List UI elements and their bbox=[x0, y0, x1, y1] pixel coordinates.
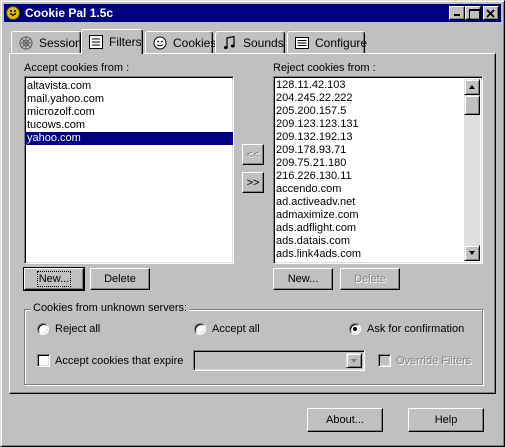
reject-delete-button[interactable]: Delete bbox=[340, 268, 400, 290]
expire-combo[interactable] bbox=[193, 350, 365, 371]
help-label: Help bbox=[434, 414, 458, 426]
tab-cookies-label: Cookies bbox=[173, 35, 217, 50]
reject-all-label: Reject all bbox=[55, 323, 101, 335]
chevron-down-icon bbox=[351, 359, 357, 363]
list-item[interactable]: 204.245.22.222 bbox=[274, 92, 464, 105]
checkbox-box[interactable] bbox=[37, 354, 50, 367]
tab-filters-label: Filters bbox=[109, 35, 142, 49]
list-item[interactable]: 209.75.21.180 bbox=[274, 157, 464, 170]
checkbox-box[interactable] bbox=[378, 354, 391, 367]
unknown-servers-group bbox=[24, 309, 483, 385]
list-item[interactable]: admaximize.com bbox=[274, 209, 464, 222]
arrow-up-icon bbox=[469, 85, 475, 89]
list-item[interactable]: ads.adflight.com bbox=[274, 222, 464, 235]
accept-expire-checkbox[interactable]: Accept cookies that expire bbox=[37, 354, 183, 367]
move-to-accept-label: << bbox=[246, 148, 260, 161]
list-item[interactable]: ad.activeadv.net bbox=[274, 196, 464, 209]
accept-delete-label: Delete bbox=[104, 273, 136, 285]
accept-all-label: Accept all bbox=[212, 323, 260, 335]
expire-combo-dropdown-button[interactable] bbox=[346, 353, 362, 368]
scroll-up-button[interactable] bbox=[464, 79, 480, 95]
list-item[interactable]: ads.link4ads.com bbox=[274, 248, 464, 261]
accept-delete-button[interactable]: Delete bbox=[90, 268, 150, 290]
list-item[interactable]: 216.226.130.11 bbox=[274, 170, 464, 183]
accept-new-label: New... bbox=[36, 271, 72, 287]
reject-list-label: Reject cookies from : bbox=[273, 62, 376, 74]
radio-circle[interactable] bbox=[194, 323, 206, 335]
list-item[interactable]: mail.yahoo.com bbox=[25, 93, 233, 106]
list-item[interactable]: 128.11.42.103 bbox=[274, 79, 464, 92]
ask-confirmation-label: Ask for confirmation bbox=[367, 323, 465, 335]
filters-panel: Accept cookies from : altavista.com mail… bbox=[9, 53, 496, 394]
minimize-button[interactable] bbox=[449, 6, 465, 20]
unknown-servers-group-label: Cookies from unknown servers: bbox=[31, 302, 190, 314]
list-item[interactable]: 209.132.192.13 bbox=[274, 131, 464, 144]
accept-list[interactable]: altavista.com mail.yahoo.com microzolf.c… bbox=[24, 76, 234, 264]
configure-panel-icon bbox=[294, 36, 310, 50]
tab-configure-label: Configure bbox=[315, 35, 368, 50]
maximize-button[interactable] bbox=[465, 6, 481, 20]
about-button[interactable]: About... bbox=[307, 408, 383, 432]
override-filters-label: Override Filters bbox=[396, 354, 472, 367]
close-button[interactable] bbox=[483, 6, 499, 20]
reject-delete-label: Delete bbox=[354, 273, 386, 285]
accept-list-label: Accept cookies from : bbox=[24, 62, 130, 74]
window-title: Cookie Pal 1.5c bbox=[25, 6, 114, 20]
list-item-selected[interactable]: yahoo.com bbox=[25, 132, 233, 145]
list-item[interactable]: 209.178.93.71 bbox=[274, 144, 464, 157]
help-button[interactable]: Help bbox=[408, 408, 484, 432]
move-to-reject-button[interactable]: >> bbox=[242, 172, 264, 193]
list-item[interactable]: 205.200.157.5 bbox=[274, 105, 464, 118]
list-item[interactable]: altavista.com bbox=[25, 80, 233, 93]
reject-new-label: New... bbox=[287, 273, 319, 285]
close-icon bbox=[486, 8, 495, 18]
list-item[interactable]: microzolf.com bbox=[25, 106, 233, 119]
scroll-down-button[interactable] bbox=[464, 245, 480, 261]
list-item[interactable]: 209.123.123.131 bbox=[274, 118, 464, 131]
list-item[interactable]: tucows.com bbox=[25, 119, 233, 132]
spider-web-icon bbox=[18, 35, 34, 50]
list-item[interactable]: accendo.com bbox=[274, 183, 464, 196]
override-filters-checkbox[interactable]: Override Filters bbox=[378, 354, 471, 367]
cookie-pal-app-icon bbox=[6, 6, 20, 20]
move-to-reject-label: >> bbox=[246, 176, 260, 189]
tab-cookies[interactable]: Cookies bbox=[145, 31, 217, 53]
music-note-icon bbox=[222, 35, 238, 50]
filter-list-icon bbox=[88, 35, 104, 49]
tab-sounds-label: Sounds bbox=[243, 35, 284, 50]
about-label: About... bbox=[326, 414, 364, 426]
cookie-face-icon bbox=[152, 36, 168, 50]
move-to-accept-button[interactable]: << bbox=[242, 144, 264, 165]
tab-sounds[interactable]: Sounds bbox=[215, 31, 285, 53]
tab-session[interactable]: Session bbox=[11, 31, 82, 53]
scroll-thumb[interactable] bbox=[464, 95, 480, 115]
tab-filters[interactable]: Filters bbox=[81, 29, 143, 54]
window-controls bbox=[449, 6, 499, 20]
reject-list-scrollbar[interactable] bbox=[464, 79, 480, 261]
radio-circle-checked[interactable] bbox=[349, 323, 361, 335]
tab-session-label: Session bbox=[39, 35, 82, 50]
reject-all-radio[interactable]: Reject all bbox=[37, 323, 100, 335]
arrow-down-icon bbox=[469, 251, 475, 255]
tab-configure[interactable]: Configure bbox=[287, 31, 368, 53]
accept-expire-label: Accept cookies that expire bbox=[55, 354, 184, 367]
ask-confirmation-radio[interactable]: Ask for confirmation bbox=[349, 323, 464, 335]
radio-circle[interactable] bbox=[37, 323, 49, 335]
reject-list[interactable]: 128.11.42.103 204.245.22.222 205.200.157… bbox=[273, 76, 483, 264]
list-item[interactable]: ads.datais.com bbox=[274, 235, 464, 248]
reject-new-button[interactable]: New... bbox=[273, 268, 333, 290]
title-bar[interactable]: Cookie Pal 1.5c bbox=[4, 4, 501, 22]
accept-all-radio[interactable]: Accept all bbox=[194, 323, 260, 335]
accept-new-button[interactable]: New... bbox=[23, 267, 85, 291]
cookie-pal-window: Cookie Pal 1.5c Session Filters Cookies … bbox=[0, 0, 505, 447]
